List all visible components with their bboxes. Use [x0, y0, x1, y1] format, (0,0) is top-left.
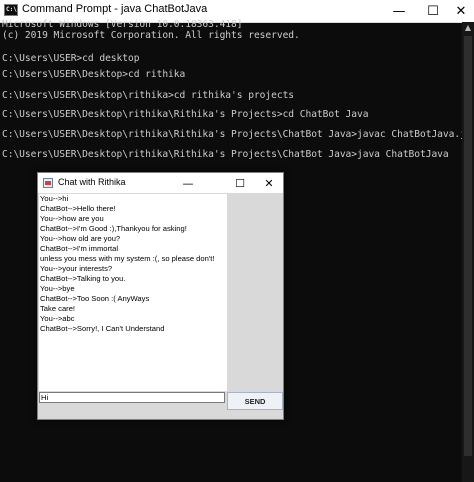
chat-close-button[interactable]: ✕	[256, 173, 282, 193]
console-line: C:\Users\USER\Desktop\rithika\Rithika's …	[2, 129, 474, 140]
chat-message: You-->how are you	[40, 214, 104, 223]
cmd-minimize-button[interactable]: —	[384, 0, 414, 22]
cmd-window-title: Command Prompt - java ChatBotJava	[22, 3, 208, 15]
chat-titlebar[interactable]: Chat with Rithika — ☐ ✕	[38, 173, 283, 193]
scroll-up-arrow-icon[interactable]: ▲	[462, 22, 474, 34]
chat-message: You-->abc	[40, 314, 75, 323]
console-line: C:\Users\USER\Desktop\rithika>cd rithika…	[2, 90, 295, 101]
chat-message: Take care!	[40, 304, 76, 313]
chat-message: unless you mess with my system :(, so pl…	[40, 254, 215, 263]
console-line: C:\Users\USER\Desktop\rithika\Rithika's …	[2, 109, 369, 120]
chat-window: Chat with Rithika — ☐ ✕ You-->hi ChatBot…	[37, 172, 284, 420]
chat-message: ChatBot-->Talking to you.	[40, 274, 126, 283]
chat-message: ChatBot-->Too Soon :( AnyWays	[40, 294, 150, 303]
chat-message: You-->how old are you?	[40, 234, 121, 243]
chat-message: ChatBot-->I'm immortal	[40, 244, 119, 253]
console-line: C:\Users\USER>cd desktop	[2, 53, 140, 64]
send-button-label: SEND	[244, 396, 266, 406]
chat-message: You-->hi	[40, 194, 69, 203]
cmd-close-button[interactable]: ✕	[446, 0, 474, 22]
chat-window-title: Chat with Rithika	[58, 177, 126, 187]
cmd-scrollbar-thumb[interactable]	[464, 36, 472, 456]
java-app-icon	[43, 178, 53, 188]
message-input[interactable]: Hi	[39, 392, 225, 403]
chat-transcript[interactable]: You-->hi ChatBot-->Hello there! You-->ho…	[39, 194, 227, 391]
chat-maximize-button[interactable]: ☐	[227, 173, 253, 193]
console-line: C:\Users\USER\Desktop>cd rithika	[2, 69, 186, 80]
chat-message: You-->your interests?	[40, 264, 113, 273]
chat-body: You-->hi ChatBot-->Hello there! You-->ho…	[38, 193, 283, 419]
chat-message: ChatBot-->I'm Good :),Thankyou for askin…	[40, 224, 187, 233]
chat-message: ChatBot-->Hello there!	[40, 204, 116, 213]
chat-message: You-->bye	[40, 284, 75, 293]
console-line: C:\Users\USER\Desktop\rithika\Rithika's …	[2, 149, 449, 160]
cmd-maximize-button[interactable]: ☐	[418, 0, 448, 22]
chat-message: ChatBot-->Sorry!, I Can't Understand	[40, 324, 165, 333]
console-line: (c) 2019 Microsoft Corporation. All righ…	[2, 30, 300, 41]
cmd-app-icon: C:\	[4, 4, 18, 16]
console-line: Microsoft Windows [Version 10.0.18363.41…	[2, 19, 243, 30]
chat-minimize-button[interactable]: —	[175, 173, 201, 193]
send-button[interactable]: SEND	[227, 392, 283, 410]
